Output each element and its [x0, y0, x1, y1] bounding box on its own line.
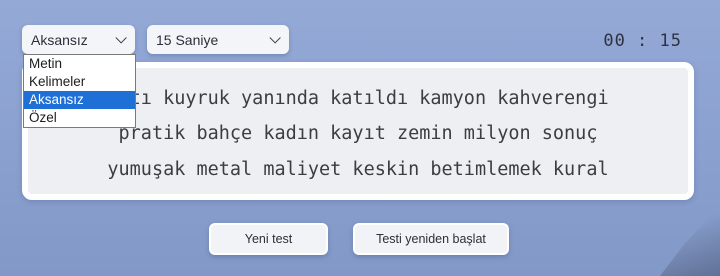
duration-select[interactable]: 15 Saniye [147, 25, 289, 54]
new-test-button[interactable]: Yeni test [209, 223, 328, 255]
mode-option-ozel[interactable]: Özel [24, 109, 135, 127]
mode-dropdown-list: Metin Kelimeler Aksansız Özel [23, 54, 136, 128]
mode-select[interactable]: Aksansız [22, 25, 135, 54]
mode-option-aksansiz[interactable]: Aksansız [24, 91, 135, 109]
background-mountain [660, 206, 720, 276]
mode-option-kelimeler[interactable]: Kelimeler [24, 73, 135, 91]
countdown-timer: 00 : 15 [603, 31, 682, 51]
mode-select-value: Aksansız [31, 31, 88, 48]
chevron-down-icon [115, 31, 127, 44]
text-line: yumuşak metal maliyet keskin betimlemek … [107, 159, 609, 180]
mode-option-metin[interactable]: Metin [24, 55, 135, 73]
chevron-down-icon [269, 31, 281, 44]
duration-select-value: 15 Saniye [156, 31, 219, 48]
restart-test-button[interactable]: Testi yeniden başlat [353, 223, 509, 255]
